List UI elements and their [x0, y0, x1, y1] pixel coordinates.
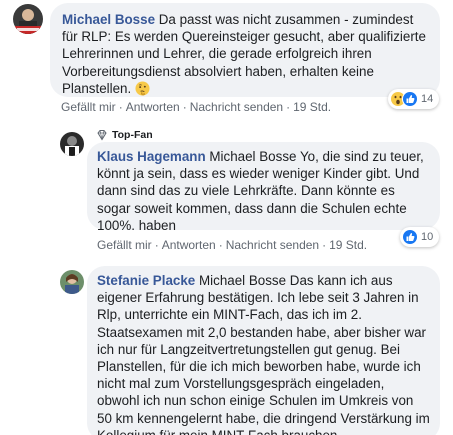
thinking-face-icon	[135, 81, 150, 96]
comment-body: Michael Bosse Das kann ich aus eigener E…	[97, 273, 430, 435]
comment-author[interactable]: Stefanie Placke	[97, 273, 195, 288]
comment-actions: Gefällt mir · Antworten · Nachricht senden · 1…	[97, 238, 368, 252]
avatar-stefanie-placke[interactable]	[60, 270, 84, 294]
comment-bubble: Klaus Hagemann Michael Bosse Yo, die sin…	[87, 142, 440, 233]
reaction-summary[interactable]: 10	[400, 227, 440, 247]
like-link[interactable]: Gefällt mir	[61, 100, 116, 114]
profile-photo-icon	[13, 4, 43, 34]
comment-bubble: Michael Bosse Da passt was nicht zusamme…	[50, 3, 440, 97]
avatar-michael-bosse[interactable]	[13, 4, 43, 34]
top-fan-badge: Top-Fan	[96, 129, 153, 141]
avatar-klaus-hagemann[interactable]	[60, 132, 84, 156]
diamond-icon	[97, 130, 107, 141]
comment-actions: Gefällt mir · Antworten · Nachricht senden · 1…	[61, 100, 332, 114]
like-reaction-icon	[402, 229, 418, 245]
reply-link[interactable]: Antworten	[162, 238, 216, 252]
timestamp[interactable]: 19 Std.	[293, 100, 331, 114]
reaction-count: 10	[421, 231, 434, 243]
comment-author[interactable]: Michael Bosse	[62, 12, 155, 27]
reaction-count: 14	[421, 93, 434, 105]
like-link[interactable]: Gefällt mir	[97, 238, 152, 252]
send-message-link[interactable]: Nachricht senden	[226, 238, 319, 252]
comment-bubble: Stefanie Placke Michael Bosse Das kann i…	[87, 266, 440, 435]
reaction-summary[interactable]: 14	[388, 89, 440, 109]
comment-text: Klaus Hagemann Michael Bosse Yo, die sin…	[97, 148, 430, 234]
comment-author[interactable]: Klaus Hagemann	[97, 149, 206, 164]
top-fan-label: Top-Fan	[112, 129, 153, 141]
comment-text: Stefanie Placke Michael Bosse Das kann i…	[97, 272, 430, 435]
like-reaction-icon	[402, 91, 418, 107]
reply-link[interactable]: Antworten	[126, 100, 180, 114]
comment-text: Michael Bosse Da passt was nicht zusamme…	[62, 11, 428, 97]
profile-photo-icon	[60, 132, 84, 156]
timestamp[interactable]: 19 Std.	[329, 238, 367, 252]
profile-photo-icon	[60, 270, 84, 294]
send-message-link[interactable]: Nachricht senden	[190, 100, 283, 114]
